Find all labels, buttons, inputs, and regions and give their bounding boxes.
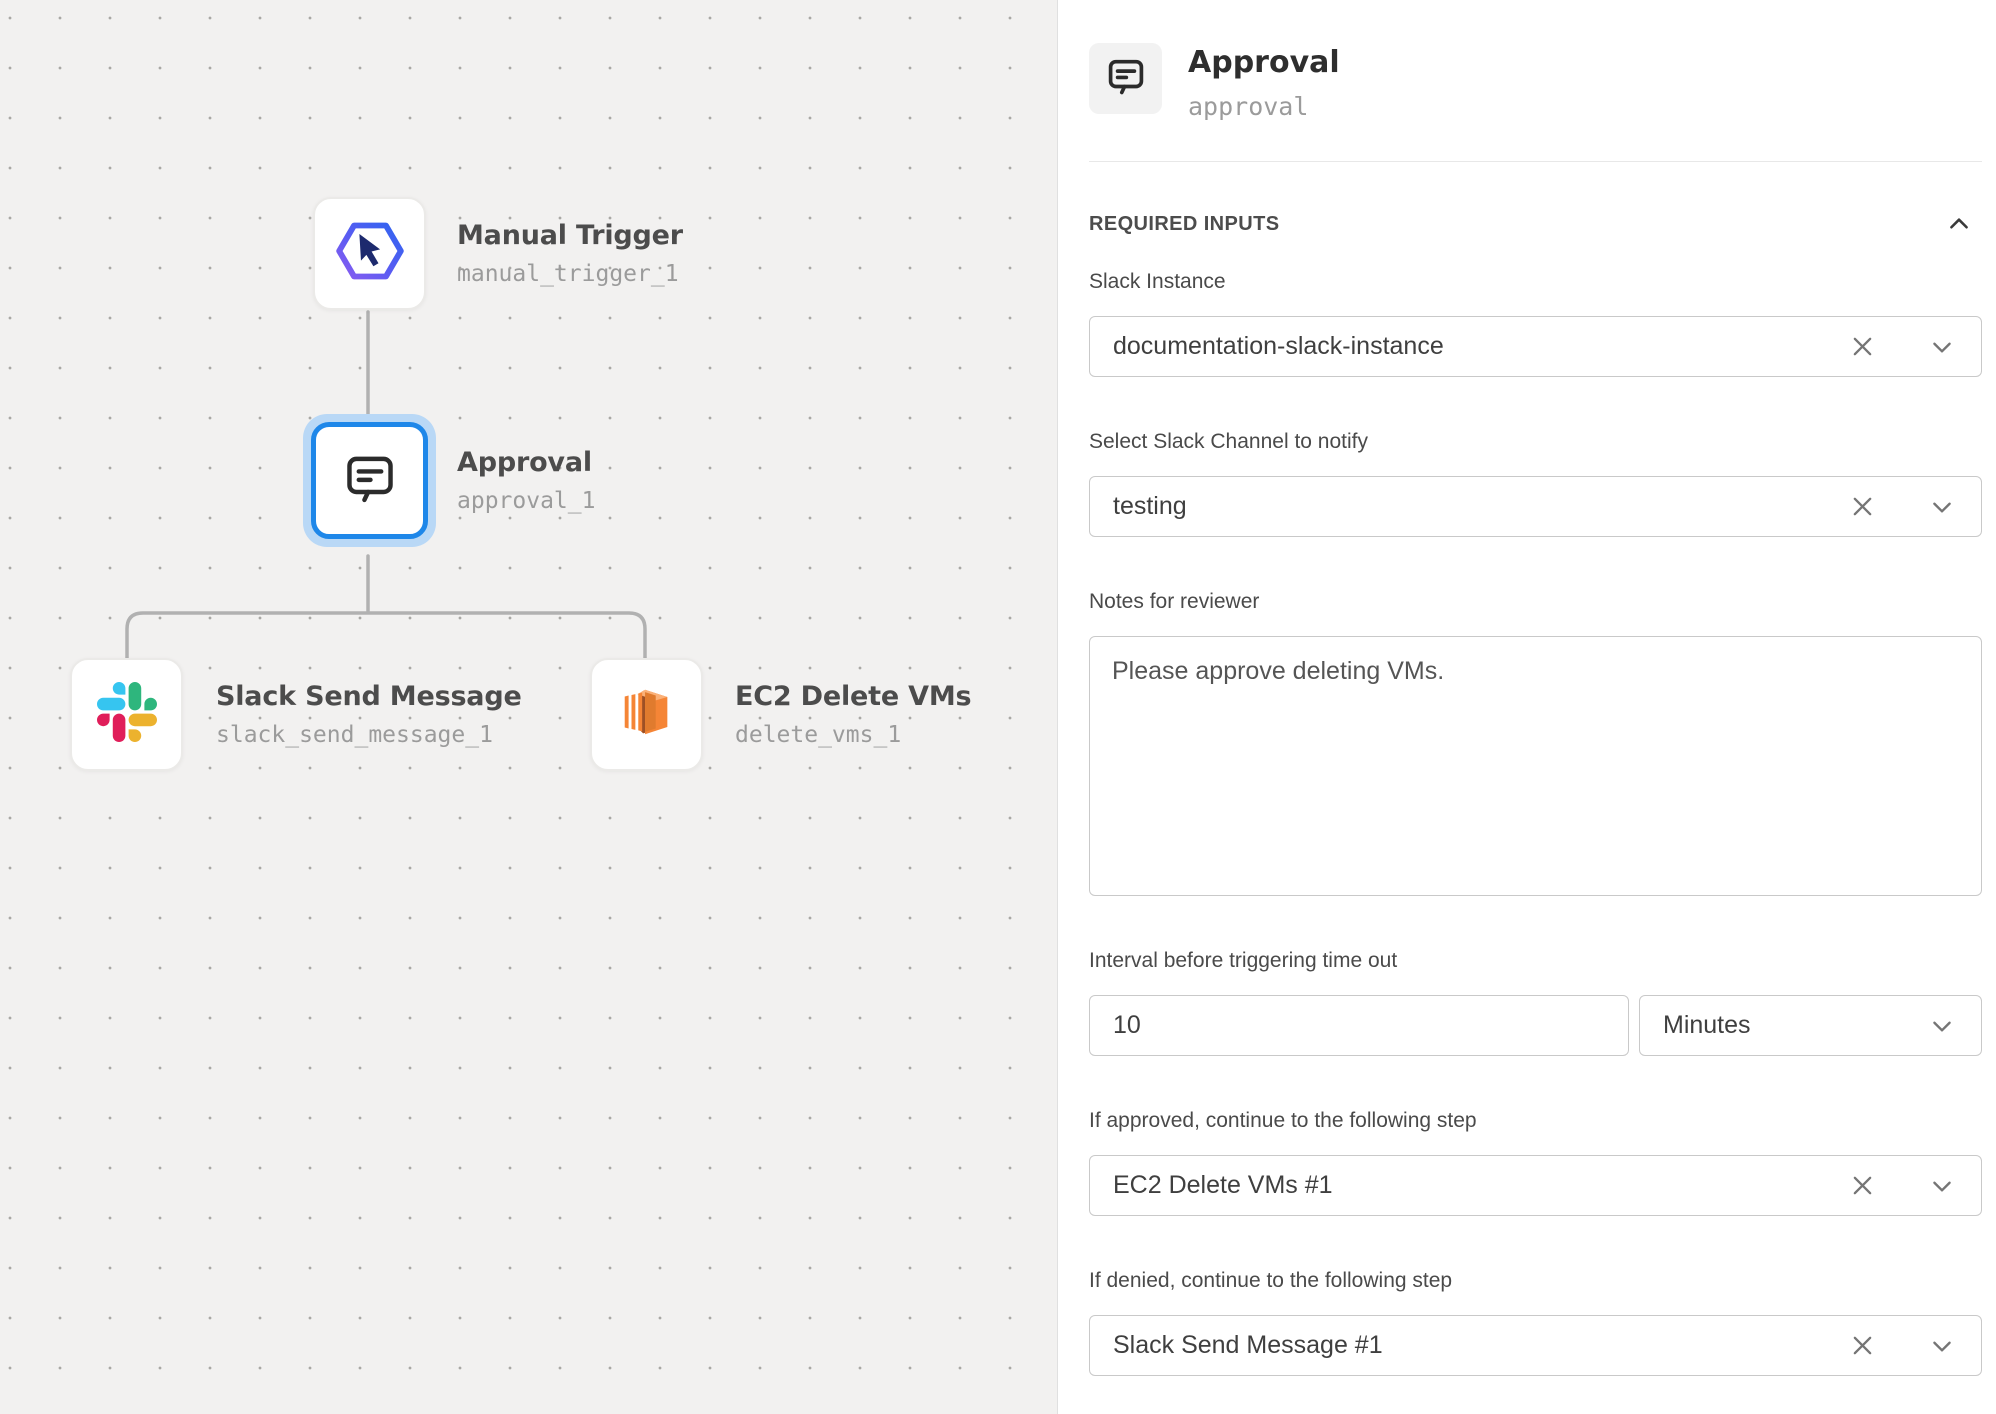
node-title: Approval bbox=[457, 447, 595, 478]
node-id: approval_1 bbox=[457, 488, 595, 514]
denied-step-value: Slack Send Message #1 bbox=[1113, 1331, 1845, 1360]
interval-label: Interval before triggering time out bbox=[1089, 949, 1982, 973]
notes-label: Notes for reviewer bbox=[1089, 590, 1982, 614]
approved-step-select[interactable]: EC2 Delete VMs #1 bbox=[1089, 1155, 1982, 1216]
panel-header-icon-box bbox=[1089, 43, 1162, 114]
node-title: Slack Send Message bbox=[216, 681, 522, 712]
node-id: manual_trigger_1 bbox=[457, 261, 683, 287]
chevron-down-icon[interactable] bbox=[1925, 1329, 1959, 1363]
slack-instance-select[interactable]: documentation-slack-instance bbox=[1089, 316, 1982, 377]
clear-x-icon[interactable] bbox=[1845, 1169, 1879, 1203]
manual-trigger-hexagon-cursor-icon bbox=[336, 220, 404, 287]
selected-node-halo bbox=[303, 414, 436, 547]
interval-unit-select[interactable]: Minutes bbox=[1639, 995, 1982, 1056]
chevron-down-icon[interactable] bbox=[1925, 1009, 1959, 1043]
node-manual-trigger[interactable]: Manual Trigger manual_trigger_1 bbox=[313, 197, 683, 310]
node-slack-send-message[interactable]: Slack Send Message slack_send_message_1 bbox=[70, 658, 522, 771]
interval-unit-value: Minutes bbox=[1663, 1011, 1925, 1040]
panel-subtitle: approval bbox=[1188, 92, 1340, 121]
slack-instance-value: documentation-slack-instance bbox=[1113, 332, 1845, 361]
approved-step-label: If approved, continue to the following s… bbox=[1089, 1109, 1982, 1133]
notes-textarea[interactable]: Please approve deleting VMs. bbox=[1089, 636, 1982, 896]
chevron-up-icon bbox=[1946, 211, 1972, 237]
interval-value-input[interactable]: 10 bbox=[1089, 995, 1629, 1056]
workflow-canvas[interactable]: Manual Trigger manual_trigger_1 Approval… bbox=[0, 0, 1057, 1414]
node-approval[interactable]: Approval approval_1 bbox=[303, 414, 595, 547]
node-id: delete_vms_1 bbox=[735, 722, 971, 748]
ec2-cube-icon bbox=[616, 681, 678, 748]
section-collapse-button[interactable] bbox=[1944, 209, 1974, 239]
approval-node-box[interactable] bbox=[311, 422, 428, 539]
chevron-down-icon[interactable] bbox=[1925, 490, 1959, 524]
slack-logo-icon bbox=[97, 682, 157, 747]
chevron-down-icon[interactable] bbox=[1925, 1169, 1959, 1203]
approval-chat-bubble-icon bbox=[1105, 55, 1147, 102]
node-id: slack_send_message_1 bbox=[216, 722, 522, 748]
clear-x-icon[interactable] bbox=[1845, 330, 1879, 364]
section-title-required-inputs: REQUIRED INPUTS bbox=[1089, 213, 1279, 236]
node-title: EC2 Delete VMs bbox=[735, 681, 971, 712]
chevron-down-icon[interactable] bbox=[1925, 330, 1959, 364]
clear-x-icon[interactable] bbox=[1845, 1329, 1879, 1363]
slack-channel-label: Select Slack Channel to notify bbox=[1089, 430, 1982, 454]
panel-header: Approval approval bbox=[1089, 0, 1982, 162]
denied-step-label: If denied, continue to the following ste… bbox=[1089, 1269, 1982, 1293]
slack-node-box[interactable] bbox=[70, 658, 183, 771]
node-title: Manual Trigger bbox=[457, 220, 683, 251]
manual-trigger-node-box[interactable] bbox=[313, 197, 426, 310]
slack-instance-label: Slack Instance bbox=[1089, 270, 1982, 294]
slack-channel-select[interactable]: testing bbox=[1089, 476, 1982, 537]
step-config-panel: Approval approval REQUIRED INPUTS Slack … bbox=[1057, 0, 1996, 1414]
approval-chat-bubble-icon bbox=[342, 450, 398, 511]
ec2-node-box[interactable] bbox=[590, 658, 703, 771]
panel-title: Approval bbox=[1188, 45, 1340, 80]
clear-x-icon[interactable] bbox=[1845, 490, 1879, 524]
node-ec2-delete-vms[interactable]: EC2 Delete VMs delete_vms_1 bbox=[590, 658, 971, 771]
approved-step-value: EC2 Delete VMs #1 bbox=[1113, 1171, 1845, 1200]
slack-channel-value: testing bbox=[1113, 492, 1845, 521]
denied-step-select[interactable]: Slack Send Message #1 bbox=[1089, 1315, 1982, 1376]
